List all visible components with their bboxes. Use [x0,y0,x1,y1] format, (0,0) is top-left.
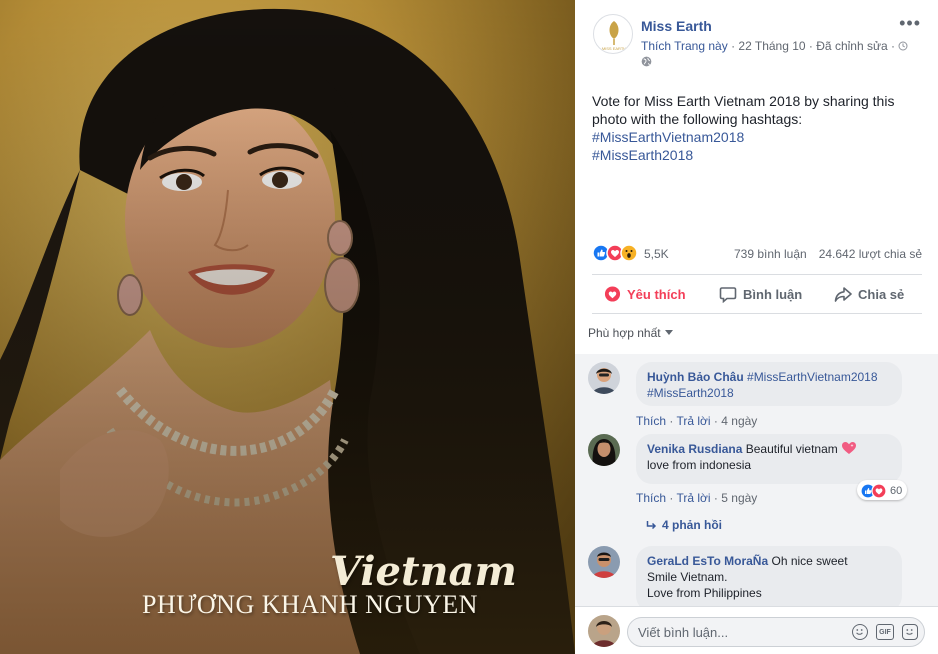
post-text: Vote for Miss Earth Vietnam 2018 by shar… [592,92,917,164]
hashtag-link-2[interactable]: #MissEarth2018 [592,146,917,164]
avatar[interactable] [588,546,620,578]
comment-icon [719,286,737,303]
share-button-label: Chia sẻ [858,286,905,302]
post-photo[interactable]: Vietnam PHƯƠNG KHANH NGUYEN [0,0,575,654]
sort-label: Phù hợp nhất [588,326,661,340]
comment-reply-link[interactable]: Trả lời [676,491,710,505]
divider-bottom [592,313,922,314]
sticker-icon[interactable] [902,624,918,640]
user-avatar-image [588,362,620,394]
smile-icon [856,629,863,635]
comment-text-line-1: Oh nice sweet [771,554,848,568]
heart-icon [604,286,621,302]
comment-text-line-2: Smile Vietnam. [647,570,728,584]
share-button[interactable]: Chia sẻ [834,281,904,307]
current-user-avatar-image [588,615,620,647]
clock-icon [898,41,908,51]
miss-earth-logo-icon: MISS EARTH [602,21,626,51]
comment-hashtag-1[interactable]: #MissEarthVietnam2018 [747,370,878,384]
post-body: Vote for Miss Earth Vietnam 2018 by shar… [592,93,895,127]
composer-icons: GIF [852,624,918,640]
page-avatar[interactable]: MISS EARTH [593,14,633,54]
comment-meta: Thích · Trả lời · 5 ngày [636,491,757,505]
logo-text: MISS EARTH [602,46,626,51]
post-meta: Thích Trang này · 22 Tháng 10 · Đã chỉnh… [641,39,908,53]
caret-down-icon [664,330,673,335]
comment-text-line-1: Beautiful vietnam [745,442,838,456]
comment-bubble: GeraLd EsTo MoraÑa Oh nice sweet Smile V… [636,546,902,606]
comment-reactions[interactable]: 60 [857,480,908,500]
user-avatar-image [588,434,620,466]
comment-like-link[interactable]: Thích [636,414,666,428]
comment-author[interactable]: GeraLd EsTo MoraÑa [647,554,768,568]
post-panel: MISS EARTH Miss Earth ••• Thích Trang nà… [575,0,938,654]
reply-arrow-icon [646,521,657,530]
edited-label[interactable]: Đã chỉnh sửa [816,39,887,53]
comment-meta: Thích · Trả lời · 4 ngày [636,414,757,428]
comment-button[interactable]: Bình luận [719,281,802,307]
avatar[interactable] [588,434,620,466]
love-button[interactable]: Yêu thích [604,281,686,307]
comment-text-line-2: love from indonesia [647,458,752,472]
comment-bubble: Venika Rusdiana Beautiful vietnam love f… [636,434,902,484]
reactions-row: 5,5K 739 bình luận 24.642 lượt chia sẻ [592,244,922,264]
sort-dropdown[interactable]: Phù hợp nhất [588,326,673,340]
page-name-link[interactable]: Miss Earth [641,18,712,34]
action-bar: Yêu thích Bình luận Chia sẻ [592,281,922,307]
comment-like-link[interactable]: Thích [636,491,666,505]
comment-reply-link[interactable]: Trả lời [676,414,710,428]
share-count[interactable]: 24.642 lượt chia sẻ [819,247,922,261]
meta-separator-3: · [891,39,899,53]
comment-reaction-count: 60 [890,485,903,497]
comment-author[interactable]: Venika Rusdiana [647,442,742,456]
reaction-icons[interactable] [592,244,642,262]
comment-time[interactable]: 5 ngày [721,491,757,505]
photo-name-text: PHƯƠNG KHANH NGUYEN [142,590,478,619]
view-replies-link[interactable]: 4 phản hồi [646,518,722,532]
comment-text-line-3: Love from Philippines [647,586,762,600]
post-header: MISS EARTH Miss Earth ••• Thích Trang nà… [593,14,923,74]
user-avatar-image [588,546,620,578]
comment-list: Huỳnh Bảo Châu #MissEarthVietnam2018 #Mi… [575,354,938,606]
avatar[interactable] [588,362,620,394]
post-stats: 739 bình luận 24.642 lượt chia sẻ [734,247,922,261]
wow-reaction-icon [620,244,638,262]
comment-button-label: Bình luận [743,286,803,302]
gif-icon[interactable]: GIF [876,624,894,640]
hashtag-link-1[interactable]: #MissEarthVietnam2018 [592,128,917,146]
more-options-icon[interactable]: ••• [899,14,921,32]
sparkling-heart-icon [842,442,857,454]
like-page-link[interactable]: Thích Trang này [641,39,728,53]
love-button-label: Yêu thích [627,286,686,302]
share-icon [834,286,852,302]
comment-bubble: Huỳnh Bảo Châu #MissEarthVietnam2018 #Mi… [636,362,902,406]
comment-author[interactable]: Huỳnh Bảo Châu [647,370,744,384]
emoji-icon[interactable] [852,624,868,640]
post-date[interactable]: 22 Tháng 10 [738,39,805,53]
replies-label: 4 phản hồi [662,518,722,532]
comment-hashtag-2[interactable]: #MissEarth2018 [647,386,734,400]
comment-count[interactable]: 739 bình luận [734,247,807,261]
reaction-count[interactable]: 5,5K [644,247,669,261]
comment-composer: GIF [575,606,938,654]
avatar[interactable] [588,615,620,647]
like-love-reaction-icon [860,483,887,499]
divider-top [592,274,922,275]
comment-time[interactable]: 4 ngày [721,414,757,428]
sticker-face-icon [906,629,913,635]
globe-icon[interactable] [641,56,652,67]
photo-country-text: Vietnam [330,548,517,595]
